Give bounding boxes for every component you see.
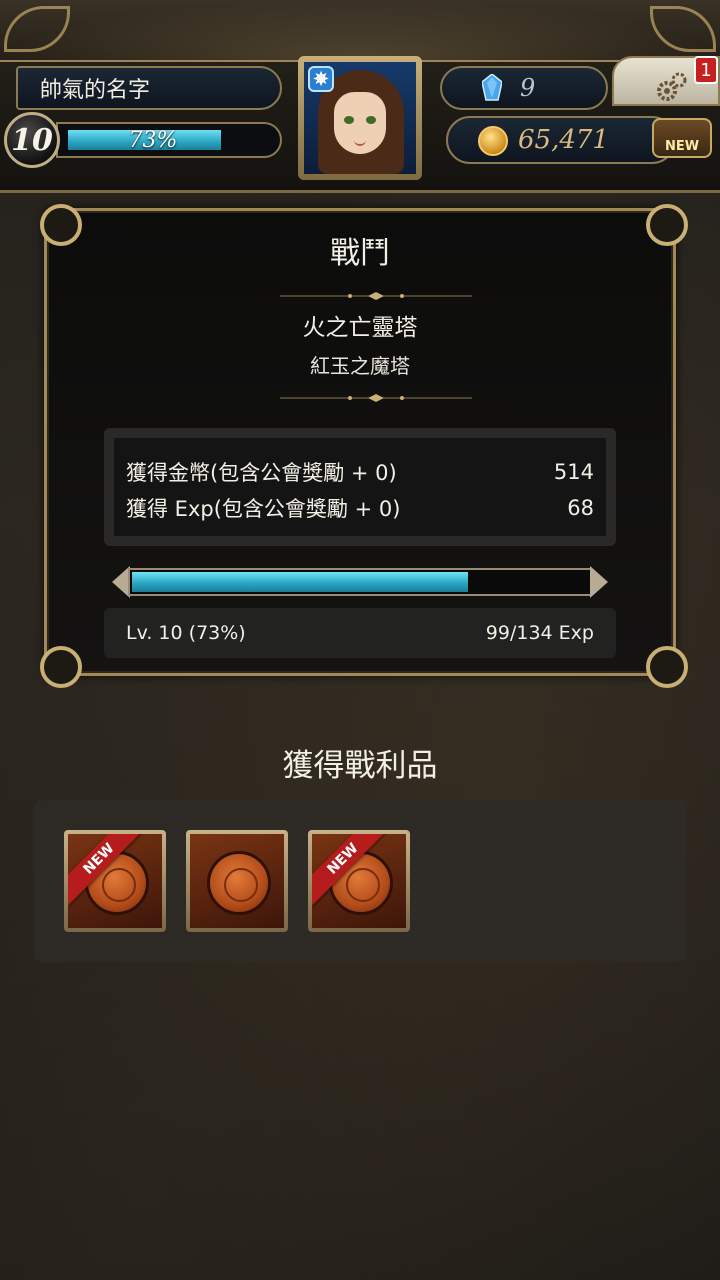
player-level-badge: 10 xyxy=(4,112,60,168)
divider-flourish xyxy=(280,394,472,402)
gold-coin-icon xyxy=(478,126,508,156)
level-text: Lv. 10 (73%) xyxy=(126,622,246,644)
new-book-button[interactable]: NEW xyxy=(652,118,712,158)
player-avatar[interactable]: ✵ xyxy=(298,56,422,180)
fire-seal-icon xyxy=(207,851,271,915)
player-exp-percent: 73% xyxy=(128,127,178,153)
element-badge-icon: ✵ xyxy=(308,66,334,92)
player-name-plate[interactable]: 帥氣的名字 xyxy=(16,66,282,110)
loot-title: 獲得戰利品 xyxy=(282,748,438,784)
panel-corner-ornament xyxy=(40,646,82,688)
gem-icon xyxy=(482,74,502,101)
player-name: 帥氣的名字 xyxy=(40,78,151,103)
divider-flourish xyxy=(280,292,472,300)
reward-label: 獲得 Exp(包含公會獎勵 + 0) xyxy=(126,497,401,521)
reward-summary: 獲得金幣(包含公會獎勵 + 0) 514 獲得 Exp(包含公會獎勵 + 0) … xyxy=(104,428,616,546)
loot-item[interactable]: NEW xyxy=(64,830,166,932)
level-info-row: Lv. 10 (73%) 99/134 Exp xyxy=(104,608,616,658)
gold-counter[interactable]: 65,471 xyxy=(446,116,676,164)
stage-name: 火之亡靈塔 xyxy=(302,315,418,341)
exp-text: 99/134 Exp xyxy=(485,622,594,644)
gear-icon xyxy=(657,72,687,101)
reward-row-gold: 獲得金幣(包含公會獎勵 + 0) 514 xyxy=(126,454,594,490)
reward-value: 514 xyxy=(553,460,594,484)
panel-corner-ornament xyxy=(646,646,688,688)
battle-result-screen: 帥氣的名字 73% 10 ✵ 9 65,471 1 NEW 戰鬥 火之亡靈塔 紅… xyxy=(0,0,720,1280)
reward-value: 68 xyxy=(567,496,594,520)
top-hud: 帥氣的名字 73% 10 ✵ 9 65,471 1 NEW xyxy=(0,0,720,193)
player-level: 10 xyxy=(11,122,53,158)
stage-subtitle: 紅玉之魔塔 xyxy=(310,354,410,378)
player-exp-bar: 73% xyxy=(56,122,282,158)
avatar-portrait: ✵ xyxy=(304,62,416,174)
loot-item[interactable]: NEW xyxy=(308,830,410,932)
level-progress-fill xyxy=(132,572,468,592)
gem-amount: 9 xyxy=(520,74,536,102)
level-progress-bar xyxy=(112,562,608,602)
reward-row-exp: 獲得 Exp(包含公會獎勵 + 0) 68 xyxy=(126,490,594,526)
new-label: NEW xyxy=(664,139,700,154)
reward-label: 獲得金幣(包含公會獎勵 + 0) xyxy=(126,461,397,485)
loot-item[interactable] xyxy=(186,830,288,932)
gem-counter[interactable]: 9 xyxy=(440,66,608,110)
battle-title: 戰鬥 xyxy=(330,236,390,271)
gold-amount: 65,471 xyxy=(518,125,609,155)
hud-ornament xyxy=(0,0,720,62)
notification-badge: 1 xyxy=(694,56,718,84)
bar-right-cap xyxy=(590,566,608,598)
